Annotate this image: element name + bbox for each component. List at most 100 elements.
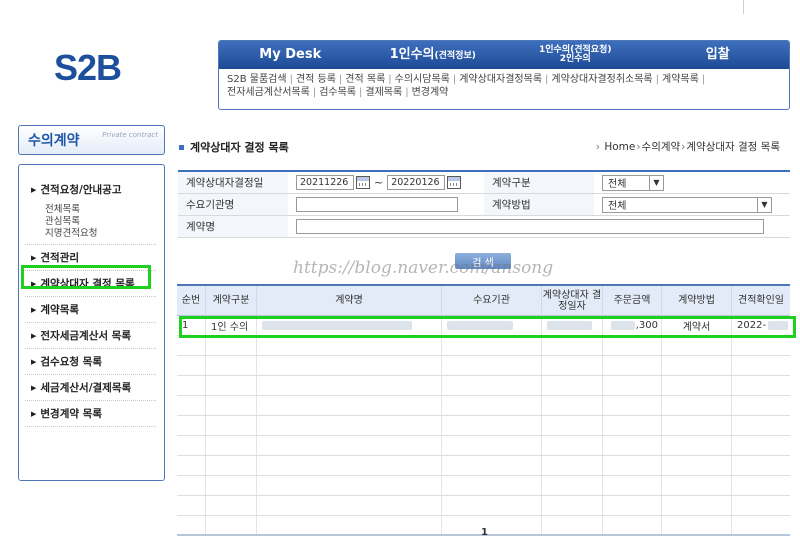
search-button[interactable]: 검 색 <box>455 253 511 269</box>
link-contract-list[interactable]: 계약목록 <box>662 74 699 85</box>
tab-bid[interactable]: 입찰 <box>647 41 790 69</box>
buyer-input[interactable] <box>296 197 458 212</box>
method-select[interactable]: 전체 ▼ <box>602 196 772 213</box>
triangle-right-icon: ▶ <box>31 306 37 314</box>
sidebar-item-contract-list[interactable]: ▶ 계약목록 <box>25 297 156 323</box>
sidebar-subitem-interest[interactable]: 관심목록 <box>45 216 156 228</box>
table-row-empty <box>177 476 790 496</box>
tab-my-desk[interactable]: My Desk <box>219 41 362 69</box>
breadcrumb-home[interactable]: Home <box>604 141 635 153</box>
square-bullet-icon <box>179 144 184 150</box>
link-inspection-list[interactable]: 검수목록 <box>319 87 356 98</box>
link-contractor-cancel-list[interactable]: 계약상대자결정취소목록 <box>551 74 652 85</box>
sidebar-menu: ▶ 견적요청/안내공고 전체목록 관심목록 지명견적요청 ▶ 견적관리 ▶ 계약상대자… <box>18 164 165 481</box>
sidebar-item-contractor-decision[interactable]: ▶ 계약상대자 결정 목록 <box>25 271 156 297</box>
contract-name-input[interactable] <box>296 219 764 234</box>
page-title: 계약상대자 결정 목록 <box>179 139 289 155</box>
cell-name-redacted[interactable] <box>257 316 442 335</box>
sidebar-subitem-all[interactable]: 전체목록 <box>45 204 156 216</box>
sidebar-item-quote-request[interactable]: ▶ 견적요청/안내공고 <box>25 177 156 202</box>
breadcrumb-current: 계약상대자 결정 목록 <box>686 141 780 153</box>
tab-quote-request-line2: 2인수의 <box>559 54 591 64</box>
table-row-empty <box>177 436 790 456</box>
tab-my-desk-label: My Desk <box>259 47 322 63</box>
page-title-text: 계약상대자 결정 목록 <box>190 141 289 154</box>
sidebar-subtitle: Private contract <box>102 131 158 139</box>
cell-amount: ,300 <box>603 316 662 335</box>
top-divider <box>743 0 744 14</box>
blog-watermark: https://blog.naver.com/ansong <box>293 258 554 278</box>
link-contract-change[interactable]: 변경계약 <box>412 87 449 98</box>
contract-name-label: 계약명 <box>178 216 288 237</box>
date-tilde: ~ <box>374 176 384 189</box>
calendar-icon[interactable] <box>356 176 370 189</box>
table-row[interactable]: 1 1인 수의 ,300 계약서 2022- <box>177 316 790 336</box>
sidebar-item-quote-manage[interactable]: ▶ 견적관리 <box>25 245 156 271</box>
col-header-name: 계약명 <box>257 286 442 315</box>
link-payment-list[interactable]: 결제목록 <box>365 87 402 98</box>
col-header-type: 계약구분 <box>206 286 257 315</box>
link-negotiation-list[interactable]: 수의시담목록 <box>395 74 450 85</box>
sidebar-item-contract-change[interactable]: ▶ 변경계약 목록 <box>25 401 156 427</box>
breadcrumb: › Home›수의계약›계약상대자 결정 목록 <box>595 141 780 153</box>
redacted-text <box>610 321 635 330</box>
calendar-icon[interactable] <box>447 176 462 189</box>
col-header-buyer: 수요기관 <box>442 286 542 315</box>
col-header-decision-date: 계약상대자 결정일자 <box>542 286 603 315</box>
tab-single-quote-info-label: 1인수의(견적정보) <box>389 47 476 63</box>
triangle-right-icon: ▶ <box>31 410 37 418</box>
sidebar-item-tax-invoice[interactable]: ▶ 전자세금계산서 목록 <box>25 323 156 349</box>
s2b-logo[interactable]: S2B <box>54 47 122 89</box>
date-to-input[interactable]: 20220126 <box>387 175 446 190</box>
contract-type-select[interactable]: 전체 ▼ <box>602 174 664 191</box>
tab-quote-request[interactable]: 1인수의(견적요청) 2인수의 <box>504 41 647 69</box>
col-header-no: 순번 <box>177 286 206 315</box>
date-label: 계약상대자결정일 <box>178 172 288 193</box>
chevron-down-icon: ▼ <box>649 175 663 190</box>
sidebar-item-inspection[interactable]: ▶ 검수요청 목록 <box>25 349 156 375</box>
triangle-right-icon: ▶ <box>31 332 37 340</box>
date-from-input[interactable]: 20211226 <box>296 175 354 190</box>
redacted-text <box>262 321 412 330</box>
table-row-empty <box>177 376 790 396</box>
contract-type-label: 계약구분 <box>484 172 594 193</box>
triangle-right-icon: ▶ <box>31 384 37 392</box>
table-row-empty <box>177 456 790 476</box>
redacted-text <box>768 321 789 330</box>
link-contractor-decision-list[interactable]: 계약상대자결정목록 <box>459 74 542 85</box>
top-navigation: My Desk 1인수의(견적정보) 1인수의(견적요청) 2인수의 입찰 S2… <box>218 40 790 110</box>
link-product-search[interactable]: S2B 물품검색 <box>227 74 287 85</box>
link-tax-invoice-list[interactable]: 전자세금계산서목록 <box>227 87 310 98</box>
redacted-text <box>547 321 592 330</box>
triangle-right-icon: ▶ <box>31 280 37 288</box>
sidebar-header: 수의계약 Private contract <box>18 125 165 155</box>
link-quote-list[interactable]: 견적 목록 <box>345 74 385 85</box>
col-header-confirm-date: 견적확인일 <box>738 295 784 306</box>
table-row-empty <box>177 416 790 436</box>
link-quote-register[interactable]: 견적 등록 <box>296 74 336 85</box>
chevron-down-icon: ▼ <box>757 197 771 212</box>
cell-no: 1 <box>177 316 206 335</box>
method-label: 계약방법 <box>484 194 594 215</box>
form-row-buyer: 수요기관명 계약방법 전체 ▼ <box>178 194 790 216</box>
contract-name-cell <box>288 216 790 237</box>
top-nav-links: S2B 물품검색 | 견적 등록 | 견적 목록 | 수의시담목록 | 계약상대자결정목록 | 계약… <box>227 74 706 98</box>
triangle-right-icon: ▶ <box>31 186 37 194</box>
search-form: 계약상대자결정일 20211226 ~ 20220126 계약구분 전체 ▼ 수요… <box>178 170 790 238</box>
buyer-label: 수요기관명 <box>178 194 288 215</box>
date-range: 20211226 ~ 20220126 <box>288 172 484 193</box>
sidebar-item-payment[interactable]: ▶ 세금계산서/결제목록 <box>25 375 156 401</box>
triangle-right-icon: ▶ <box>31 358 37 366</box>
pagination-page-1[interactable]: 1 <box>481 527 488 538</box>
sidebar-title: 수의계약 <box>28 133 80 149</box>
sidebar-subitem-designated[interactable]: 지명견적요청 <box>45 228 156 240</box>
cell-method: 계약서 <box>662 316 732 335</box>
tab-bid-label: 입찰 <box>705 47 730 63</box>
sidebar-submenu-quote-request: 전체목록 관심목록 지명견적요청 <box>25 202 156 245</box>
cell-buyer-redacted <box>442 316 542 335</box>
results-table: 순번 계약구분 계약명 수요기관 계약상대자 결정일자 주문금액 계약방법 견적… <box>177 284 790 536</box>
form-row-date: 계약상대자결정일 20211226 ~ 20220126 계약구분 전체 ▼ <box>178 172 790 194</box>
tab-single-quote-info[interactable]: 1인수의(견적정보) <box>362 41 505 69</box>
cell-confirm-date: 2022- <box>732 316 790 335</box>
breadcrumb-section[interactable]: 수의계약 <box>642 141 681 153</box>
